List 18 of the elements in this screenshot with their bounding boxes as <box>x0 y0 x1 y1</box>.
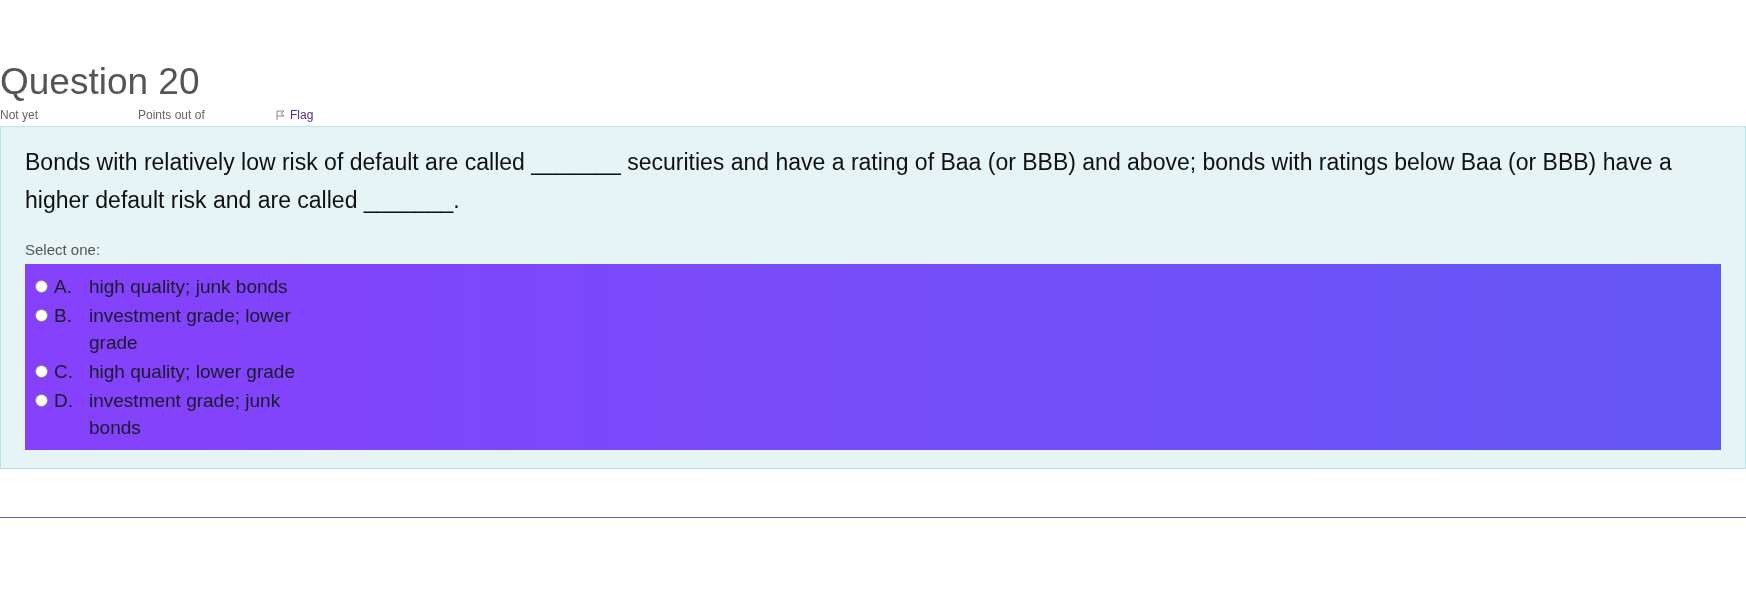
question-text: Bonds with relatively low risk of default are called _______ securities and have a rating of Baa (or BBB) and above; bonds with ratings below Baa (or BBB) have a higher default risk and are called _______. <box>25 148 1673 215</box>
option-letter: B. <box>54 303 73 328</box>
question-status: Not yet <box>0 107 39 124</box>
radio-button[interactable] <box>35 279 48 293</box>
select-prompt: Select one: <box>25 240 101 260</box>
points-label: Points out of <box>138 107 206 124</box>
option-letter: C. <box>54 359 74 384</box>
option-text: high quality; junk bonds <box>89 274 289 299</box>
radio-button[interactable] <box>35 364 48 378</box>
option-text: high quality; lower grade <box>89 359 296 384</box>
question-title: Question 20 <box>0 60 200 104</box>
option-letter: A. <box>54 274 73 299</box>
flag-icon <box>276 110 285 120</box>
option-letter: D. <box>54 388 74 413</box>
radio-button[interactable] <box>35 308 48 322</box>
radio-button[interactable] <box>35 393 48 407</box>
option-text: investment grade; junk bonds <box>89 388 282 440</box>
flag-link[interactable]: Flag <box>276 106 314 124</box>
